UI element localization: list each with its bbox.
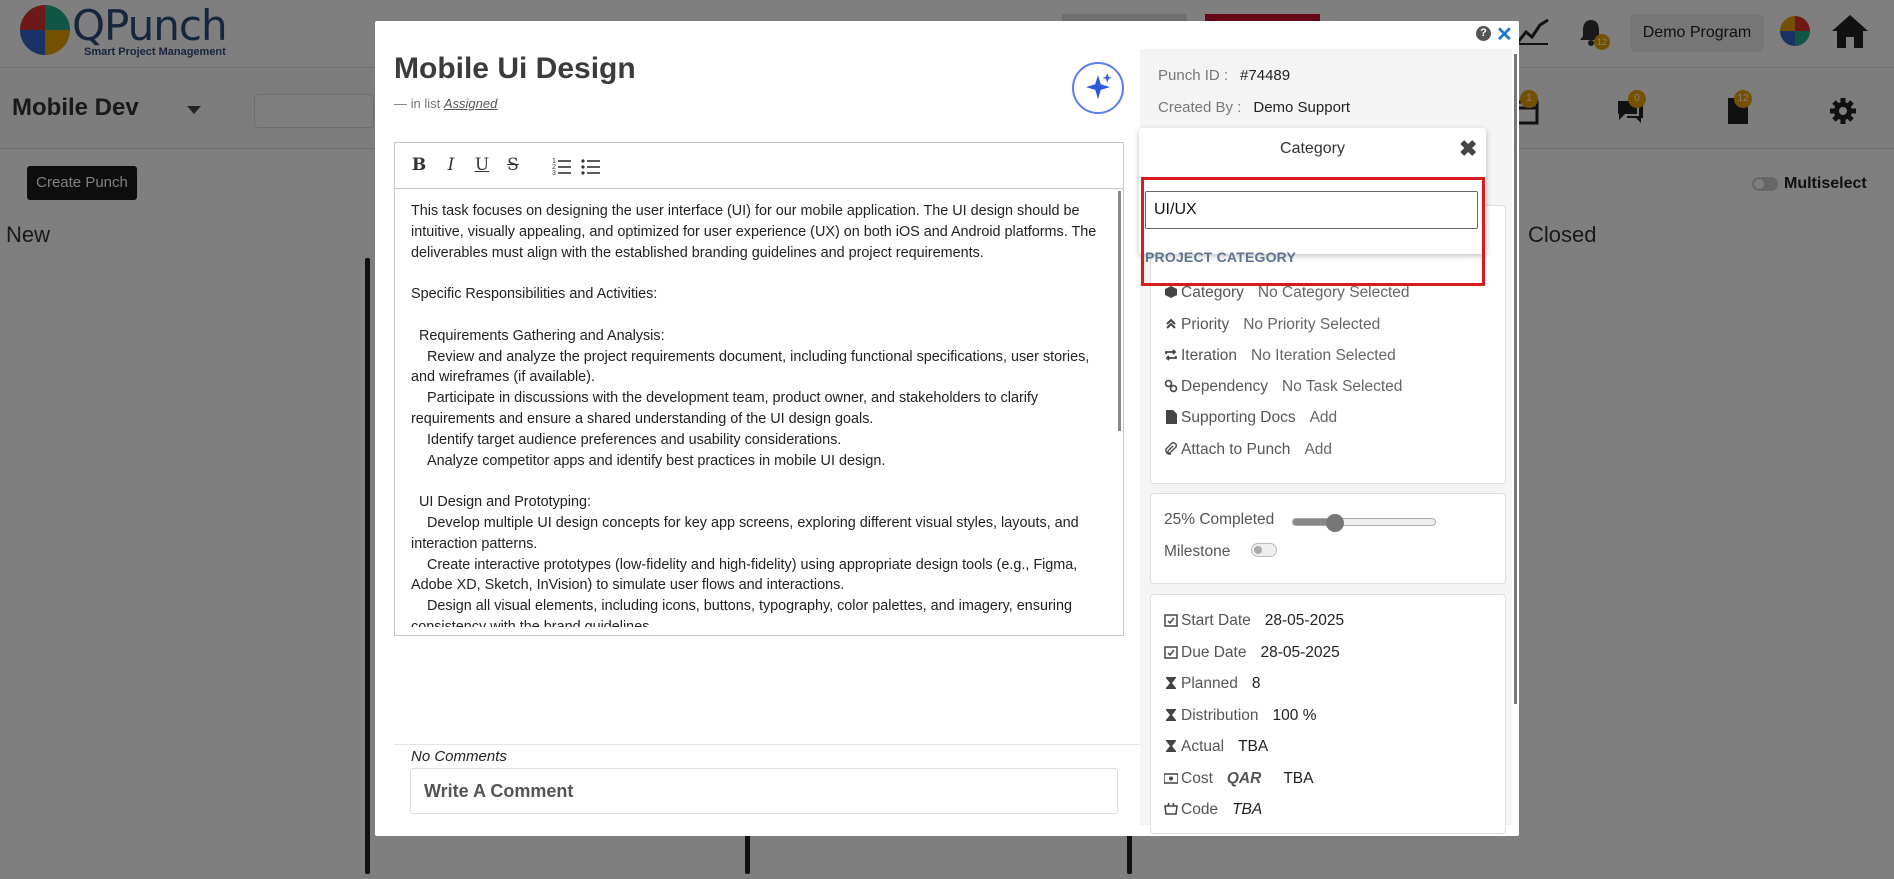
due-date-row[interactable]: Due Date 28-05-2025 — [1164, 644, 1340, 662]
dependency-row[interactable]: Dependency No Task Selected — [1164, 378, 1402, 396]
attach-to-punch-row[interactable]: Attach to Punch Add — [1164, 441, 1332, 459]
description-text: This task focuses on designing the user … — [411, 203, 1097, 627]
punch-id-row: Punch ID : #74489 — [1158, 67, 1290, 84]
due-date-label: Due Date — [1181, 644, 1247, 661]
code-row[interactable]: Code TBA — [1164, 801, 1262, 819]
iteration-row[interactable]: Iteration No Iteration Selected — [1164, 347, 1396, 365]
distribution-value: 100 % — [1272, 707, 1317, 724]
due-date-value: 28-05-2025 — [1260, 644, 1340, 661]
help-icon[interactable]: ? — [1476, 26, 1491, 41]
list-link[interactable]: Assigned — [444, 96, 497, 111]
created-by-label: Created By : — [1158, 99, 1242, 116]
planned-label: Planned — [1181, 675, 1238, 692]
link-icon — [1164, 379, 1178, 393]
hourglass-icon — [1166, 709, 1176, 721]
file-icon — [1166, 410, 1177, 424]
bold-button[interactable]: B — [409, 155, 429, 177]
supporting-docs-label: Supporting Docs — [1181, 409, 1296, 426]
description-text-area[interactable]: This task focuses on designing the user … — [411, 201, 1111, 627]
comment-divider — [394, 744, 1140, 745]
money-icon — [1164, 773, 1178, 784]
progress-slider-fill — [1293, 519, 1329, 525]
supporting-docs-row[interactable]: Supporting Docs Add — [1164, 409, 1337, 427]
actual-value: TBA — [1238, 738, 1269, 755]
attach-to-punch-add[interactable]: Add — [1304, 441, 1332, 458]
distribution-row[interactable]: Distribution 100 % — [1164, 707, 1316, 725]
bullet-list-icon[interactable] — [581, 155, 601, 177]
code-label: Code — [1181, 801, 1219, 818]
category-popup-close-icon[interactable]: ✖ — [1459, 136, 1477, 162]
no-comments-label: No Comments — [411, 748, 507, 765]
planned-value: 8 — [1251, 675, 1261, 692]
details-scrollbar[interactable] — [1514, 54, 1517, 704]
in-list-prefix: — in list — [394, 96, 441, 111]
editor-scrollbar[interactable] — [1118, 191, 1121, 431]
progress-slider[interactable] — [1292, 514, 1436, 532]
distribution-label: Distribution — [1181, 707, 1259, 724]
underline-button[interactable]: U — [472, 155, 492, 177]
milestone-label: Milestone — [1164, 543, 1231, 560]
editor-toolbar: B I U S 123 — [395, 143, 1123, 189]
italic-button[interactable]: I — [441, 155, 461, 177]
highlight-box — [1141, 177, 1485, 286]
hourglass-icon — [1166, 677, 1176, 689]
actual-label: Actual — [1181, 738, 1225, 755]
code-value: TBA — [1232, 801, 1263, 818]
calendar-check-icon — [1164, 614, 1178, 627]
strikethrough-button[interactable]: S — [503, 155, 523, 177]
start-date-value: 28-05-2025 — [1264, 612, 1345, 629]
cost-label: Cost — [1181, 770, 1213, 787]
actual-row[interactable]: Actual TBA — [1164, 738, 1268, 756]
supporting-docs-add[interactable]: Add — [1310, 409, 1338, 426]
cost-currency: QAR — [1226, 770, 1262, 787]
cost-value: TBA — [1283, 770, 1314, 787]
start-date-label: Start Date — [1181, 612, 1251, 629]
start-date-row[interactable]: Start Date 28-05-2025 — [1164, 612, 1344, 630]
created-by-row: Created By : Demo Support — [1158, 99, 1350, 116]
iteration-value: No Iteration Selected — [1251, 347, 1396, 364]
task-list-info: — in list Assigned — [394, 96, 497, 111]
barcode-icon — [1164, 802, 1178, 815]
calendar-check-icon — [1164, 646, 1178, 659]
repeat-icon — [1165, 349, 1177, 361]
comment-input[interactable]: Write A Comment — [410, 768, 1118, 814]
milestone-toggle[interactable] — [1251, 543, 1277, 557]
dependency-label: Dependency — [1181, 378, 1269, 395]
category-label: Category — [1181, 284, 1244, 301]
punch-id-value: #74489 — [1240, 67, 1291, 84]
description-editor: B I U S 123 This task focuses on designi… — [394, 142, 1124, 636]
planned-row[interactable]: Planned 8 — [1164, 675, 1261, 693]
close-icon[interactable]: ✕ — [1496, 22, 1513, 47]
created-by-value: Demo Support — [1253, 99, 1351, 116]
ordered-list-icon[interactable]: 123 — [552, 155, 572, 177]
paperclip-icon — [1165, 442, 1177, 455]
dependency-value: No Task Selected — [1282, 378, 1403, 395]
task-title[interactable]: Mobile Ui Design — [394, 52, 636, 86]
category-popup-title: Category — [1280, 140, 1345, 157]
sparkle-icon — [1086, 73, 1112, 100]
cost-row[interactable]: Cost QAR TBA — [1164, 770, 1313, 788]
category-row[interactable]: Category No Category Selected — [1164, 284, 1410, 302]
priority-value: No Priority Selected — [1243, 316, 1381, 333]
iteration-label: Iteration — [1181, 347, 1238, 364]
category-value: No Category Selected — [1257, 284, 1410, 301]
priority-label: Priority — [1181, 316, 1230, 333]
progress-label: 25% Completed — [1164, 511, 1275, 528]
svg-text:3: 3 — [552, 170, 556, 177]
hourglass-icon — [1166, 740, 1176, 752]
progress-slider-thumb[interactable] — [1326, 514, 1344, 532]
priority-row[interactable]: Priority No Priority Selected — [1164, 316, 1380, 334]
cube-icon — [1165, 286, 1177, 298]
chevrons-up-icon — [1166, 318, 1176, 329]
punch-id-label: Punch ID : — [1158, 67, 1229, 84]
progress-card — [1150, 493, 1506, 584]
ai-assist-button[interactable] — [1072, 62, 1124, 114]
attach-to-punch-label: Attach to Punch — [1181, 441, 1291, 458]
